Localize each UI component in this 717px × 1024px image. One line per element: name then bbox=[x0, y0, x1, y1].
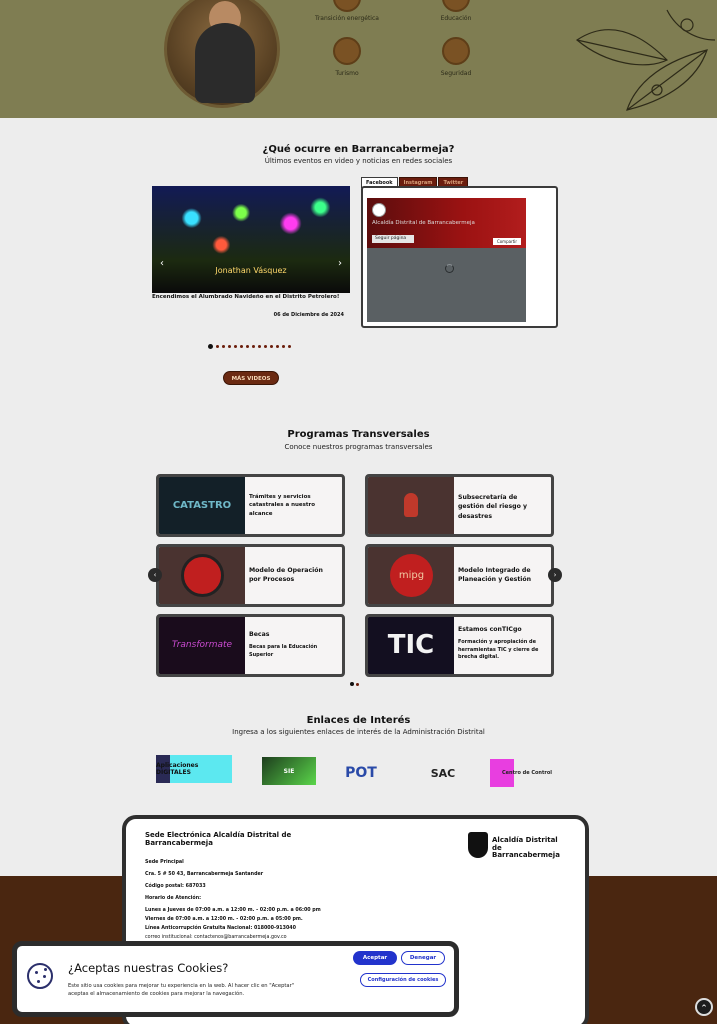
program-card-tic[interactable]: TIC Estamos conTICgo Formación y apropia… bbox=[365, 614, 554, 677]
link-aplicaciones-digitales[interactable]: Aplicaciones DIGITALES bbox=[156, 755, 232, 783]
footer-line: Horario de Atención: bbox=[145, 896, 202, 901]
leaves-decoration-icon bbox=[575, 9, 716, 111]
link-sie[interactable]: SIE bbox=[262, 757, 316, 785]
education-icon[interactable] bbox=[442, 0, 470, 12]
video-player[interactable]: Jonathan Vásquez ‹ › bbox=[152, 186, 350, 293]
energy-icon[interactable] bbox=[333, 0, 361, 12]
loading-spinner-icon bbox=[445, 264, 454, 273]
link-sac[interactable]: SAC bbox=[406, 759, 480, 787]
program-card-becas[interactable]: Transformate Becas Becas para la Educaci… bbox=[156, 614, 345, 677]
tourism-icon[interactable] bbox=[333, 37, 361, 65]
cookie-text: Este sitio usa cookies para mejorar tu e… bbox=[68, 983, 295, 998]
program-card-riesgo[interactable]: Subsecretaría de gestión del riesgo y de… bbox=[365, 474, 554, 537]
cookie-settings-button[interactable]: Configuración de cookies bbox=[360, 973, 446, 987]
footer-title: Sede Electrónica Alcaldía Distrital de B… bbox=[145, 831, 292, 848]
links-title: Enlaces de Interés bbox=[306, 715, 411, 726]
video-caption[interactable]: Encendimos el Alumbrado Navideño en el D… bbox=[152, 294, 350, 300]
hero-item-tourism[interactable]: Turismo bbox=[307, 70, 387, 77]
scroll-to-top-icon[interactable]: ⌃ bbox=[695, 998, 713, 1016]
facebook-avatar bbox=[372, 203, 386, 217]
video-prev-icon[interactable]: ‹ bbox=[156, 258, 168, 270]
footer-line: Sede Principal bbox=[145, 860, 184, 865]
hero-item-energy[interactable]: Transición energética bbox=[307, 15, 387, 22]
link-pot[interactable]: POT bbox=[330, 759, 392, 787]
hero-item-security[interactable]: Seguridad bbox=[416, 70, 496, 77]
video-next-icon[interactable]: › bbox=[334, 258, 346, 270]
facebook-follow-button[interactable]: Seguir página bbox=[372, 235, 414, 243]
accept-cookies-button[interactable]: Aceptar bbox=[353, 951, 397, 965]
shield-icon bbox=[468, 832, 488, 858]
hero-banner: Transición energética Educación Turismo … bbox=[0, 0, 717, 118]
video-carousel-dots[interactable] bbox=[208, 344, 298, 349]
footer-line: Cra. 5 # 50 43, Barrancabermeja Santande… bbox=[145, 872, 264, 877]
hero-item-education[interactable]: Educación bbox=[416, 15, 496, 22]
programs-next-icon[interactable]: › bbox=[548, 568, 562, 582]
video-overlay-text: Jonathan Vásquez bbox=[215, 266, 287, 275]
program-card-procesos[interactable]: Modelo de Operación por Procesos bbox=[156, 544, 345, 607]
programs-title: Programas Transversales bbox=[287, 429, 430, 440]
procesos-logo bbox=[159, 547, 245, 604]
link-centro-control[interactable]: Centro de Control bbox=[490, 759, 564, 787]
facebook-share-button[interactable]: Compartir bbox=[493, 238, 521, 245]
facebook-page-name[interactable]: Alcaldía Distrital de Barrancabermeja bbox=[372, 220, 475, 226]
cookie-title: ¿Aceptas nuestras Cookies? bbox=[68, 961, 229, 975]
mipg-logo: mipg bbox=[368, 547, 454, 604]
events-subtitle: Últimos eventos en video y noticias en r… bbox=[264, 157, 453, 165]
program-card-catastro[interactable]: CATASTRO Trámites y servicios catastrale… bbox=[156, 474, 345, 537]
footer-line: Lunes a Jueves de 07:00 a.m. a 12:00 m. … bbox=[145, 908, 321, 913]
becas-logo: Transformate bbox=[159, 617, 245, 674]
programs-subtitle: Conoce nuestros programas transversales bbox=[284, 443, 433, 451]
video-date: 06 de Diciembre de 2024 bbox=[273, 312, 344, 318]
footer-email[interactable]: correo institucional: contactenos@barran… bbox=[145, 935, 287, 940]
riesgo-logo bbox=[368, 477, 454, 534]
program-card-mipg[interactable]: mipg Modelo Integrado de Planeación y Ge… bbox=[365, 544, 554, 607]
more-videos-button[interactable]: MÁS VIDEOS bbox=[223, 371, 279, 385]
security-icon[interactable] bbox=[442, 37, 470, 65]
footer-line: Código postal: 687033 bbox=[145, 884, 206, 889]
links-subtitle: Ingresa a los siguientes enlaces de inte… bbox=[232, 728, 485, 736]
mayor-photo bbox=[164, 0, 280, 108]
alcaldia-logo[interactable]: Alcaldía Distrital de Barrancabermeja bbox=[468, 832, 568, 860]
catastro-logo: CATASTRO bbox=[159, 477, 245, 534]
deny-cookies-button[interactable]: Denegar bbox=[401, 951, 445, 965]
facebook-embed[interactable]: Alcaldía Distrital de Barrancabermeja Se… bbox=[367, 198, 526, 322]
cookie-icon bbox=[27, 963, 53, 989]
footer-line: Viernes de 07:00 a.m. a 12:00 m. - 02:00… bbox=[145, 917, 303, 922]
events-title: ¿Qué ocurre en Barrancabermeja? bbox=[262, 144, 455, 155]
programs-prev-icon[interactable]: ‹ bbox=[148, 568, 162, 582]
programs-carousel-dots[interactable] bbox=[350, 682, 359, 686]
footer-line: Línea Anticorrupción Gratuita Nacional: … bbox=[145, 926, 296, 931]
tic-logo: TIC bbox=[368, 617, 454, 674]
